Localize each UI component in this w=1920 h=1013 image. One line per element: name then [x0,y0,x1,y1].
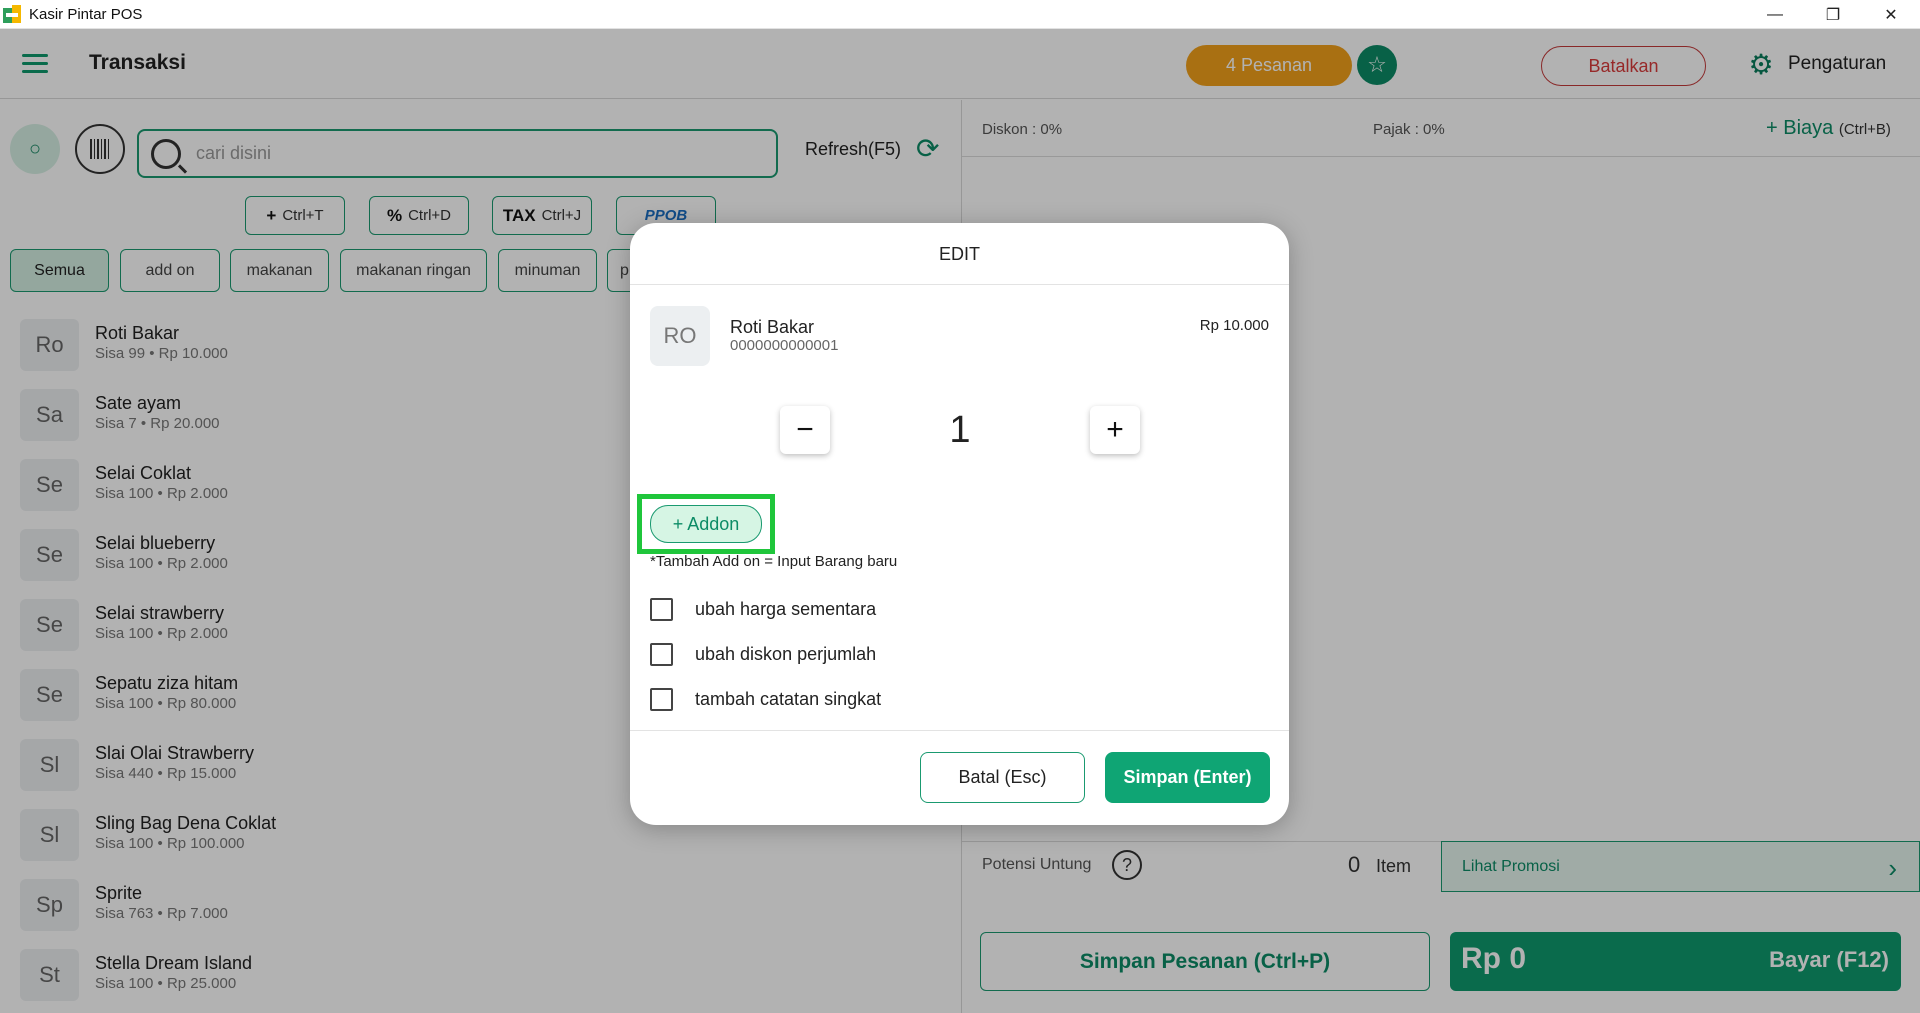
checkbox[interactable] [650,597,673,621]
increase-quantity-button[interactable]: + [1090,406,1140,454]
app-logo-icon [3,5,21,23]
minimize-button[interactable]: — [1746,0,1804,29]
option-label: ubah diskon perjumlah [695,643,877,664]
option-change-discount[interactable]: ubah diskon perjumlah [650,641,876,667]
add-addon-button[interactable]: + Addon [650,505,762,543]
option-add-note[interactable]: tambah catatan singkat [650,686,881,712]
option-label: ubah harga sementara [695,598,877,619]
save-button[interactable]: Simpan (Enter) [1105,752,1270,803]
checkbox[interactable] [650,642,673,666]
window-controls: — ❐ ✕ [1746,0,1920,29]
window-titlebar: Kasir Pintar POS — ❐ ✕ [0,0,1920,29]
product-code: 0000000000001 [730,337,839,354]
cancel-button[interactable]: Batal (Esc) [920,752,1085,803]
dialog-title: EDIT [630,223,1289,285]
edit-item-dialog: EDIT RO Roti Bakar 0000000000001 Rp 10.0… [630,223,1289,825]
window-title: Kasir Pintar POS [29,5,143,23]
addon-note: *Tambah Add on = Input Barang baru [650,553,898,570]
option-change-price[interactable]: ubah harga sementara [650,596,876,622]
product-name: Roti Bakar [730,317,815,337]
close-window-button[interactable]: ✕ [1862,0,1920,29]
restore-button[interactable]: ❐ [1804,0,1862,29]
option-label: tambah catatan singkat [695,688,882,709]
product-price: Rp 10.000 [1199,317,1269,334]
dialog-footer-divider [630,730,1289,731]
checkbox[interactable] [650,687,673,711]
quantity-value: 1 [949,409,971,451]
product-thumbnail: RO [650,306,710,366]
decrease-quantity-button[interactable]: − [780,406,830,454]
